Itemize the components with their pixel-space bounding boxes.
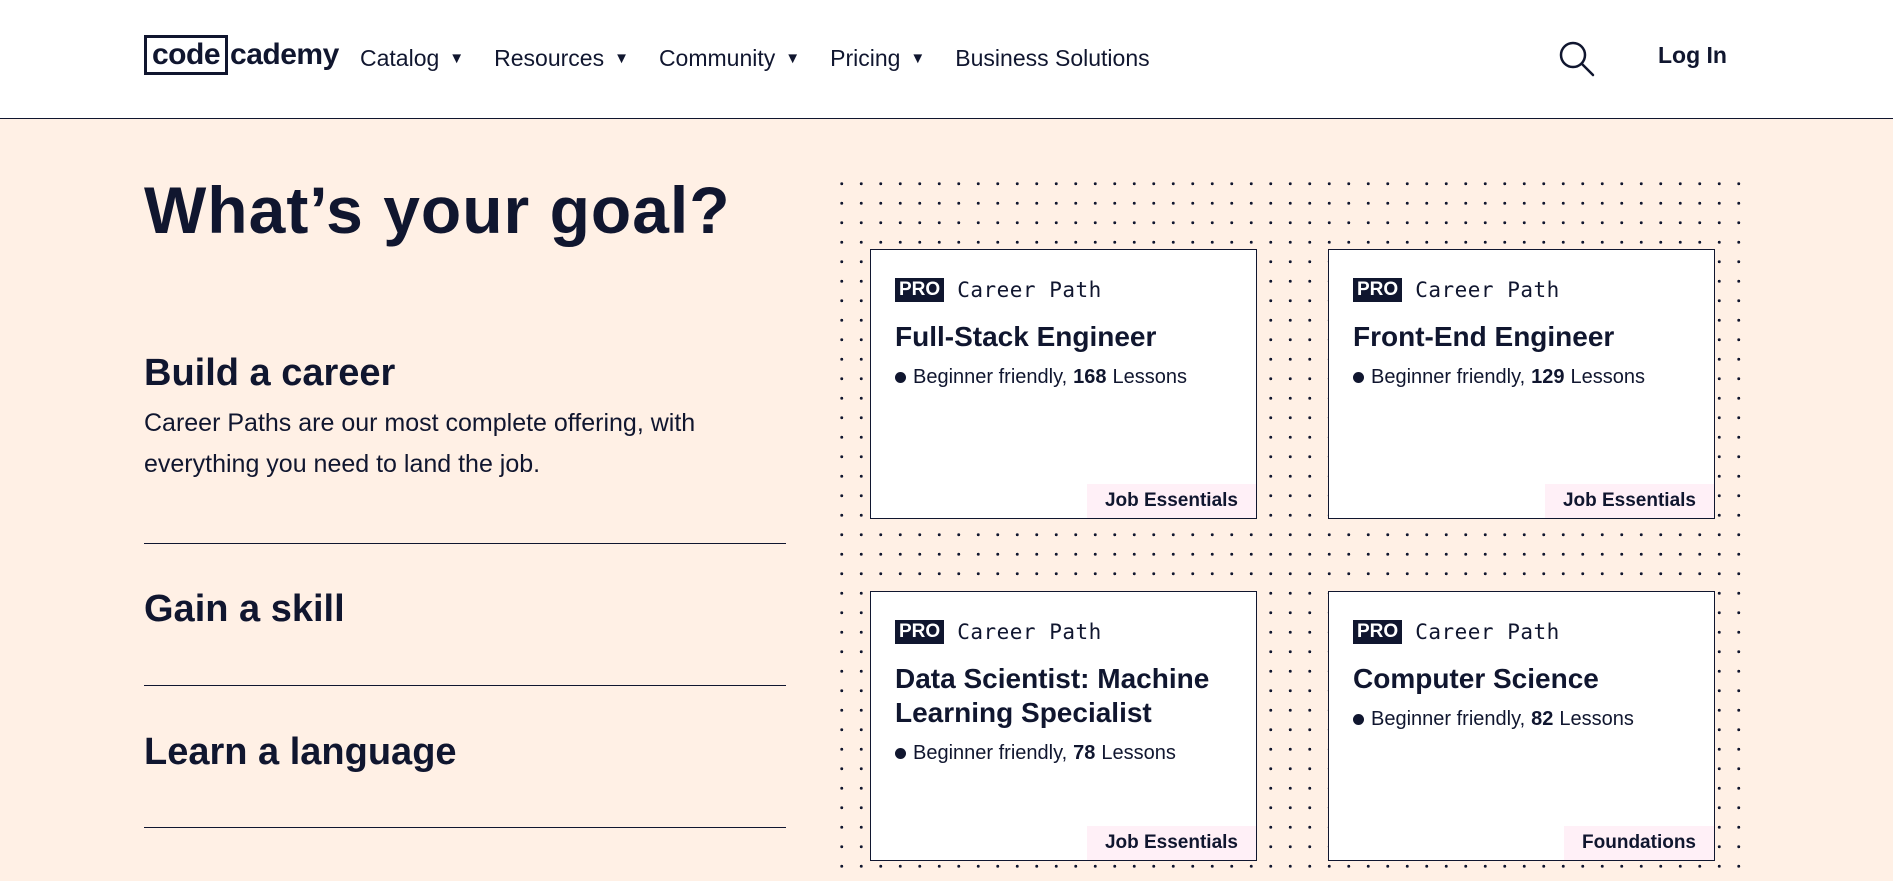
card-lessons-label: Lessons [1112, 366, 1188, 388]
bullet-icon [1353, 714, 1364, 725]
card-level: Beginner friendly, [913, 742, 1068, 764]
card-lessons-label: Lessons [1559, 708, 1634, 730]
caret-down-icon: ▼ [910, 49, 926, 67]
card-type: Career Path [957, 278, 1102, 302]
card-lessons-label: Lessons [1570, 366, 1646, 388]
career-path-card[interactable]: PRO Career Path Full-Stack Engineer Begi… [870, 249, 1257, 519]
nav-resources[interactable]: Resources ▼ [494, 45, 629, 72]
card-title: Computer Science [1353, 663, 1599, 694]
bullet-icon [895, 372, 906, 383]
card-level: Beginner friendly, [1371, 708, 1526, 730]
nav-business-solutions-label: Business Solutions [955, 44, 1150, 71]
goal-heading: Build a career [144, 352, 396, 394]
card-type: Career Path [1415, 620, 1560, 644]
card-level: Beginner friendly, [1371, 366, 1526, 388]
card-tag: Foundations [1564, 826, 1714, 860]
card-tag: Job Essentials [1086, 484, 1256, 518]
goal-heading: Gain a skill [144, 588, 345, 630]
card-meta: PRO Career Path [1353, 278, 1560, 302]
card-type: Career Path [1415, 278, 1560, 302]
caret-down-icon: ▼ [449, 49, 465, 67]
search-icon[interactable] [1558, 40, 1596, 78]
pro-badge: PRO [1353, 278, 1403, 302]
caret-down-icon: ▼ [785, 49, 801, 67]
career-path-card[interactable]: PRO Career Path Computer Science Beginne… [1328, 591, 1715, 861]
nav-community[interactable]: Community ▼ [659, 45, 800, 72]
nav-business-solutions[interactable]: Business Solutions [955, 45, 1149, 72]
card-lessons-label: Lessons [1101, 742, 1176, 764]
logo-boxed-text: code [144, 35, 229, 75]
career-path-card[interactable]: PRO Career Path Data Scientist: Machine … [870, 591, 1257, 861]
logo-rest-text: cademy [230, 38, 339, 71]
card-lessons-count: 78 [1073, 742, 1096, 764]
login-button[interactable]: Log In [1658, 42, 1727, 69]
main-nav: Catalog ▼ Resources ▼ Community ▼ Pricin… [360, 42, 1180, 74]
goal-description: Career Paths are our most complete offer… [144, 409, 696, 478]
nav-pricing[interactable]: Pricing ▼ [830, 45, 925, 72]
nav-catalog-label: Catalog [360, 44, 440, 71]
nav-community-label: Community [658, 44, 776, 71]
nav-pricing-label: Pricing [830, 44, 901, 71]
nav-catalog[interactable]: Catalog ▼ [360, 45, 464, 72]
pro-badge: PRO [895, 620, 945, 644]
card-title: Data Scientist: Machine Learning Special… [895, 663, 1210, 728]
bullet-icon [1353, 372, 1364, 383]
card-type: Career Path [957, 620, 1102, 644]
card-info: Beginner friendly, 78 Lessons [895, 742, 1176, 765]
codecademy-logo[interactable]: code cademy [144, 35, 339, 75]
divider [144, 685, 786, 686]
bullet-icon [895, 748, 906, 759]
nav-resources-label: Resources [494, 44, 605, 71]
divider [144, 543, 786, 544]
card-level: Beginner friendly, [913, 366, 1068, 388]
goal-learn-language[interactable]: Learn a language [144, 731, 786, 774]
card-tag: Job Essentials [1544, 484, 1714, 518]
career-path-card[interactable]: PRO Career Path Front-End Engineer Begin… [1328, 249, 1715, 519]
caret-down-icon: ▼ [614, 49, 629, 67]
card-info: Beginner friendly, 168 Lessons [895, 366, 1187, 389]
card-meta: PRO Career Path [895, 278, 1102, 302]
goal-heading: Learn a language [144, 731, 457, 773]
page-title: What’s your goal? [144, 173, 731, 247]
goal-gain-skill[interactable]: Gain a skill [144, 588, 786, 631]
divider [144, 827, 786, 828]
card-info: Beginner friendly, 82 Lessons [1353, 708, 1634, 731]
card-meta: PRO Career Path [1353, 620, 1560, 644]
card-meta: PRO Career Path [895, 620, 1102, 644]
card-lessons-count: 168 [1073, 366, 1107, 388]
site-header: code cademy Catalog ▼ Resources ▼ Communi… [0, 0, 1893, 119]
goal-build-career[interactable]: Build a career Career Paths are our most… [144, 352, 786, 485]
pro-badge: PRO [1353, 620, 1403, 644]
card-lessons-count: 82 [1531, 708, 1554, 730]
card-tag: Job Essentials [1086, 826, 1256, 860]
pro-badge: PRO [895, 278, 945, 302]
card-title: Full-Stack Engineer [895, 321, 1157, 352]
card-info: Beginner friendly, 129 Lessons [1353, 366, 1645, 389]
card-lessons-count: 129 [1531, 366, 1565, 388]
card-title: Front-End Engineer [1353, 321, 1615, 352]
